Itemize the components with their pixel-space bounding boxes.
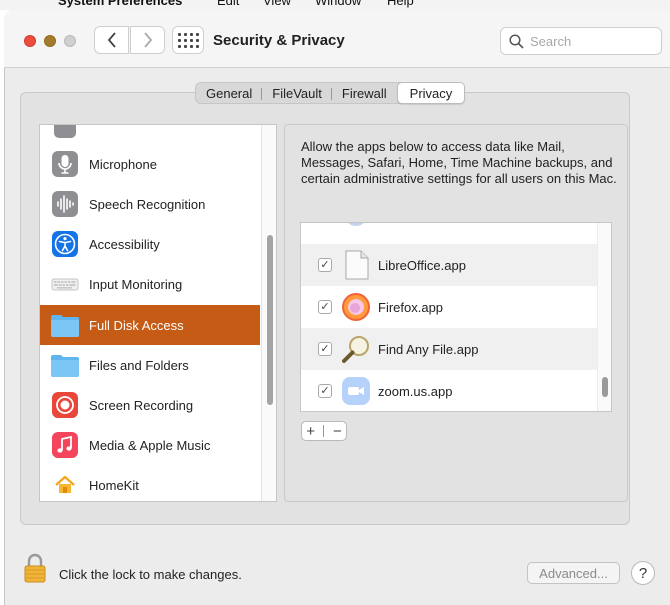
sidebar-scrollbar[interactable] xyxy=(261,125,276,501)
search-input[interactable] xyxy=(530,33,650,49)
menu-help[interactable]: Help xyxy=(387,0,414,8)
menu-bar: System Preferences Edit View Window Help xyxy=(0,0,670,10)
menu-app-name[interactable]: System Preferences xyxy=(58,0,182,8)
search-icon xyxy=(509,33,524,49)
music-note-icon xyxy=(50,430,80,460)
add-app-button[interactable]: + xyxy=(306,423,315,440)
partial-app-icon xyxy=(341,223,371,229)
magnifier-icon xyxy=(341,334,371,364)
list-item[interactable]: ✓ LibreOffice.app xyxy=(301,244,597,286)
tab-privacy[interactable]: Privacy xyxy=(396,82,466,104)
app-name: Firefox.app xyxy=(378,299,444,315)
sidebar-item-label: Screen Recording xyxy=(89,397,194,413)
apps-list-scroll-thumb[interactable] xyxy=(602,377,608,397)
privacy-category-list[interactable]: Microphone Speech Recognition Accessibil… xyxy=(39,124,277,502)
folder-icon xyxy=(50,350,80,380)
sidebar-item-label: Accessibility xyxy=(89,236,160,252)
sidebar-item-files-and-folders[interactable]: Files and Folders xyxy=(40,345,260,385)
accessibility-icon xyxy=(50,229,80,259)
app-checkbox-find-any-file[interactable]: ✓ xyxy=(318,342,332,356)
sidebar-item-label: Input Monitoring xyxy=(89,276,183,292)
tab-general[interactable]: General xyxy=(196,83,263,103)
list-item-partial[interactable] xyxy=(301,223,597,235)
firefox-icon xyxy=(341,292,371,322)
app-checkbox-firefox[interactable]: ✓ xyxy=(318,300,332,314)
partial-item-icon xyxy=(50,125,80,142)
app-checkbox-zoom[interactable]: ✓ xyxy=(318,384,332,398)
home-icon xyxy=(50,470,80,500)
sidebar-item-label: HomeKit xyxy=(89,477,139,493)
add-remove-divider xyxy=(323,425,325,437)
video-camera-icon xyxy=(341,376,371,406)
list-item[interactable]: ✓ Find Any File.app xyxy=(301,328,597,370)
search-field[interactable] xyxy=(500,27,662,55)
sidebar-item-media-apple-music[interactable]: Media & Apple Music xyxy=(40,425,260,465)
list-item[interactable]: ✓ Firefox.app xyxy=(301,286,597,328)
app-name: LibreOffice.app xyxy=(378,257,466,273)
add-remove-control: + − xyxy=(301,421,347,441)
lock-icon xyxy=(24,553,46,583)
allowed-apps-list[interactable]: ✓ LibreOffice.app ✓ Firefox.app ✓ Find A… xyxy=(300,222,612,412)
tab-firewall[interactable]: Firewall xyxy=(332,83,397,103)
sidebar-item-speech-recognition[interactable]: Speech Recognition xyxy=(40,184,260,224)
folder-icon xyxy=(50,310,80,340)
forward-button[interactable] xyxy=(130,26,165,54)
sidebar-item-accessibility[interactable]: Accessibility xyxy=(40,224,260,264)
show-all-button[interactable] xyxy=(172,26,204,54)
tab-bar: General FileVault Firewall Privacy xyxy=(195,82,466,104)
app-checkbox-libreoffice[interactable]: ✓ xyxy=(318,258,332,272)
window-titlebar: Security & Privacy xyxy=(4,10,670,68)
menu-edit[interactable]: Edit xyxy=(217,0,239,8)
document-icon xyxy=(341,250,371,280)
sidebar-scroll-thumb[interactable] xyxy=(267,235,273,405)
permission-description: Allow the apps below to access data like… xyxy=(301,139,617,186)
app-name: zoom.us.app xyxy=(378,383,453,399)
sidebar-item-microphone[interactable]: Microphone xyxy=(40,144,260,184)
microphone-icon xyxy=(50,149,80,179)
sidebar-item-label: Speech Recognition xyxy=(89,196,206,212)
minimize-window-button[interactable] xyxy=(44,35,56,47)
screen-recording-icon xyxy=(50,390,80,420)
grid-dot-icon xyxy=(177,32,181,36)
app-name: Find Any File.app xyxy=(378,341,479,357)
apps-list-scrollbar[interactable] xyxy=(597,223,611,411)
help-button[interactable]: ? xyxy=(631,561,655,585)
list-item[interactable]: ✓ zoom.us.app xyxy=(301,370,597,411)
sidebar-item-homekit[interactable]: HomeKit xyxy=(40,465,260,501)
sidebar-item-label: Full Disk Access xyxy=(89,317,184,333)
sidebar-item-label: Media & Apple Music xyxy=(89,437,211,453)
remove-app-button[interactable]: − xyxy=(333,423,342,440)
zoom-window-button[interactable] xyxy=(64,35,76,47)
waveform-icon xyxy=(50,189,80,219)
menu-window[interactable]: Window xyxy=(315,0,361,8)
advanced-button[interactable]: Advanced... xyxy=(527,562,620,584)
sidebar-item-label: Microphone xyxy=(89,156,157,172)
keyboard-icon xyxy=(50,269,80,299)
sidebar-item-screen-recording[interactable]: Screen Recording xyxy=(40,385,260,425)
window-title: Security & Privacy xyxy=(213,32,345,49)
chevron-left-icon xyxy=(107,32,116,48)
chevron-right-icon xyxy=(143,32,152,48)
lock-button[interactable] xyxy=(24,553,46,583)
sidebar-item-input-monitoring[interactable]: Input Monitoring xyxy=(40,264,260,304)
back-button[interactable] xyxy=(94,26,129,54)
lock-instruction-text: Click the lock to make changes. xyxy=(59,567,242,582)
menu-view[interactable]: View xyxy=(263,0,291,8)
tab-filevault[interactable]: FileVault xyxy=(262,83,332,103)
sidebar-item-full-disk-access[interactable]: Full Disk Access xyxy=(40,305,260,345)
close-window-button[interactable] xyxy=(24,35,36,47)
sidebar-item-label: Files and Folders xyxy=(89,357,189,373)
